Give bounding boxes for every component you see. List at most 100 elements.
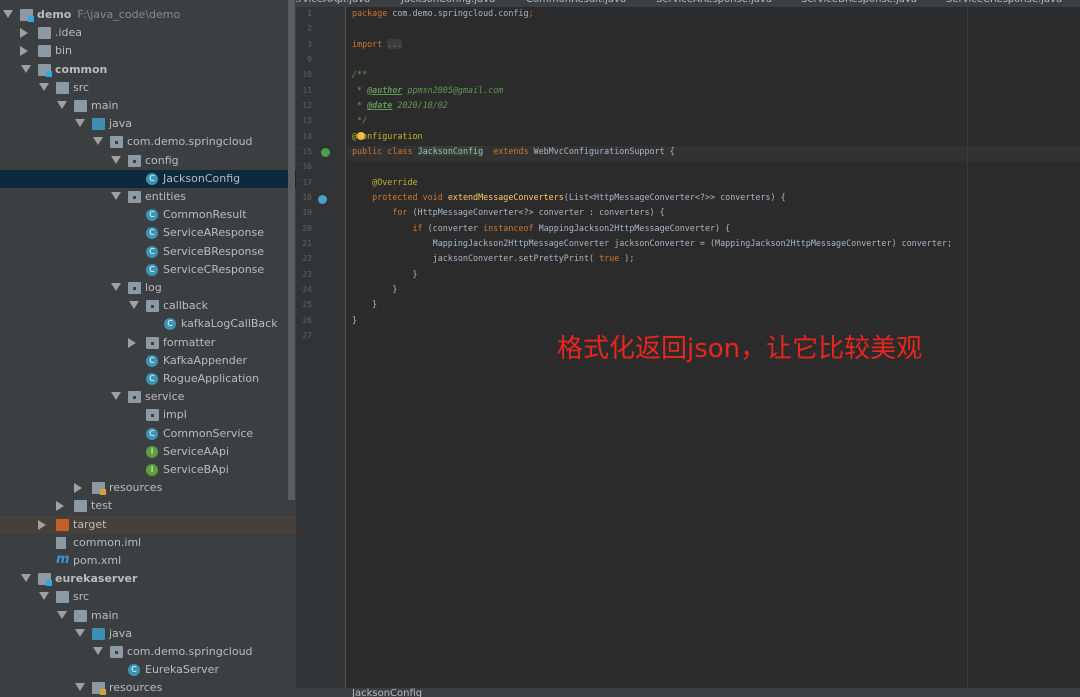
chevron-down-icon[interactable] bbox=[21, 64, 31, 73]
tree-item[interactable]: main bbox=[0, 97, 296, 115]
tree-item[interactable]: resources bbox=[0, 479, 296, 497]
code-token: package bbox=[352, 8, 393, 18]
spring-bean-icon[interactable] bbox=[321, 148, 330, 157]
tree-item[interactable]: test bbox=[0, 497, 296, 515]
tree-item[interactable]: eurekaserver bbox=[0, 570, 296, 588]
tree-item[interactable]: entities bbox=[0, 188, 296, 206]
chevron-right-icon[interactable] bbox=[20, 46, 28, 57]
editor-tab[interactable]: ServiceAResponse.java bbox=[656, 0, 772, 5]
tree-item[interactable]: bin bbox=[0, 42, 296, 60]
tree-item[interactable]: impl bbox=[0, 406, 296, 424]
chevron-down-icon[interactable] bbox=[39, 592, 49, 601]
line-number: 25 bbox=[302, 300, 312, 310]
code-token: ... bbox=[387, 38, 403, 49]
editor-tab[interactable]: ServiceBResponse.java bbox=[801, 0, 917, 5]
chevron-right-icon[interactable] bbox=[56, 501, 64, 512]
chevron-down-icon[interactable] bbox=[129, 301, 139, 310]
code-line[interactable]: @Override bbox=[352, 177, 417, 187]
tree-item[interactable]: java bbox=[0, 115, 296, 133]
tree-item[interactable]: C ServiceBResponse bbox=[0, 243, 296, 261]
tree-item[interactable]: common bbox=[0, 61, 296, 79]
tree-item[interactable]: C RogueApplication bbox=[0, 370, 296, 388]
tree-item[interactable]: CkafkaLogCallBack bbox=[0, 315, 296, 333]
tree-item[interactable]: I ServiceBApi bbox=[0, 461, 296, 479]
editor-tab[interactable]: CommonResult.java bbox=[526, 0, 626, 5]
interface-icon: I bbox=[146, 445, 158, 458]
tree-item[interactable]: com.demo.springcloud bbox=[0, 133, 296, 151]
tree-item[interactable]: log bbox=[0, 279, 296, 297]
chevron-down-icon[interactable] bbox=[111, 192, 121, 200]
tree-item[interactable]: formatter bbox=[0, 334, 296, 352]
code-line[interactable]: * @date 2020/10/02 bbox=[352, 100, 448, 110]
line-number: 24 bbox=[302, 284, 312, 294]
override-method-icon[interactable] bbox=[318, 195, 327, 204]
code-line[interactable]: * @author ppmsn2005@gmail.com bbox=[352, 85, 503, 95]
code-line[interactable]: } bbox=[352, 299, 377, 309]
tree-item-label: common bbox=[55, 62, 108, 76]
tree-item-label: .idea bbox=[55, 26, 83, 40]
lightbulb-icon[interactable] bbox=[357, 132, 365, 140]
chevron-right-icon[interactable] bbox=[38, 519, 46, 530]
code-line[interactable]: } bbox=[352, 284, 397, 294]
tree-item[interactable]: config bbox=[0, 152, 296, 170]
tree-item[interactable]: .idea bbox=[0, 24, 296, 42]
code-line[interactable]: } bbox=[352, 315, 357, 325]
code-line[interactable]: public class JacksonConfig extends WebMv… bbox=[352, 145, 675, 156]
tree-item[interactable]: C CommonResult bbox=[0, 206, 296, 224]
tree-item[interactable]: common.iml bbox=[0, 534, 296, 552]
chevron-down-icon[interactable] bbox=[75, 683, 85, 692]
chevron-down-icon[interactable] bbox=[75, 119, 85, 128]
chevron-right-icon[interactable] bbox=[20, 28, 28, 39]
tree-item[interactable]: demo F:\java_code\demo bbox=[0, 6, 296, 24]
code-line[interactable]: */ bbox=[352, 115, 367, 125]
editor-tab[interactable]: ServiceAApi.java bbox=[296, 0, 370, 5]
chevron-down-icon[interactable] bbox=[57, 101, 67, 109]
code-line[interactable]: jacksonConverter.setPrettyPrint( true ); bbox=[352, 253, 635, 263]
chevron-down-icon[interactable] bbox=[93, 137, 103, 146]
tree-item[interactable]: service bbox=[0, 388, 296, 406]
tree-item[interactable]: C EurekaServer bbox=[0, 661, 296, 679]
code-line[interactable]: for (HttpMessageConverter<?> converter :… bbox=[352, 207, 664, 217]
tree-item[interactable]: resources bbox=[0, 679, 296, 697]
chevron-right-icon[interactable] bbox=[128, 337, 136, 348]
code-line[interactable]: if (converter instanceof MappingJackson2… bbox=[352, 223, 731, 233]
code-token: @date bbox=[367, 99, 393, 110]
chevron-down-icon[interactable] bbox=[57, 610, 67, 619]
tree-item[interactable]: C CommonService bbox=[0, 425, 296, 443]
tree-item[interactable]: C ServiceAResponse bbox=[0, 224, 296, 242]
chevron-down-icon[interactable] bbox=[75, 628, 85, 637]
tree-item-label: EurekaServer bbox=[145, 663, 219, 677]
editor-tab[interactable]: JacksonConfig.java bbox=[401, 0, 495, 5]
chevron-down-icon[interactable] bbox=[21, 574, 31, 583]
code-line[interactable]: MappingJackson2HttpMessageConverter jack… bbox=[352, 238, 952, 248]
chevron-right-icon[interactable] bbox=[74, 483, 82, 494]
tree-item[interactable]: com.demo.springcloud bbox=[0, 643, 296, 661]
tree-item[interactable]: main bbox=[0, 607, 296, 625]
code-line[interactable]: package com.demo.springcloud.config; bbox=[352, 8, 534, 18]
class-icon: C bbox=[146, 245, 158, 258]
tree-item[interactable]: I ServiceAApi bbox=[0, 443, 296, 461]
chevron-down-icon[interactable] bbox=[111, 155, 121, 164]
tree-item[interactable]: target bbox=[0, 515, 296, 534]
breadcrumb-item[interactable]: JacksonConfig bbox=[352, 688, 422, 697]
tree-item[interactable]: m pom.xml bbox=[0, 552, 296, 570]
tree-item[interactable]: java bbox=[0, 625, 296, 643]
chevron-down-icon[interactable] bbox=[111, 283, 121, 291]
tree-item[interactable]: C ServiceCResponse bbox=[0, 261, 296, 279]
code-token: public class bbox=[352, 145, 418, 156]
tree-item[interactable]: callback bbox=[0, 297, 296, 315]
tree-item[interactable]: src bbox=[0, 588, 296, 606]
code-line[interactable]: /** bbox=[352, 69, 367, 79]
tree-item[interactable]: C JacksonConfig bbox=[0, 169, 296, 188]
chevron-down-icon[interactable] bbox=[111, 392, 121, 401]
editor-tab[interactable]: ServiceCResponse.java bbox=[946, 0, 1062, 5]
code-line[interactable]: } bbox=[352, 269, 418, 279]
tree-item[interactable]: src bbox=[0, 79, 296, 97]
chevron-down-icon[interactable] bbox=[93, 647, 103, 655]
code-line[interactable]: protected void extendMessageConverters(L… bbox=[352, 192, 786, 202]
project-tree-scrollbar[interactable] bbox=[288, 0, 295, 500]
chevron-down-icon[interactable] bbox=[3, 10, 13, 18]
chevron-down-icon[interactable] bbox=[39, 82, 49, 91]
tree-item[interactable]: C KafkaAppender bbox=[0, 352, 296, 370]
code-line[interactable]: import ... bbox=[352, 38, 403, 49]
